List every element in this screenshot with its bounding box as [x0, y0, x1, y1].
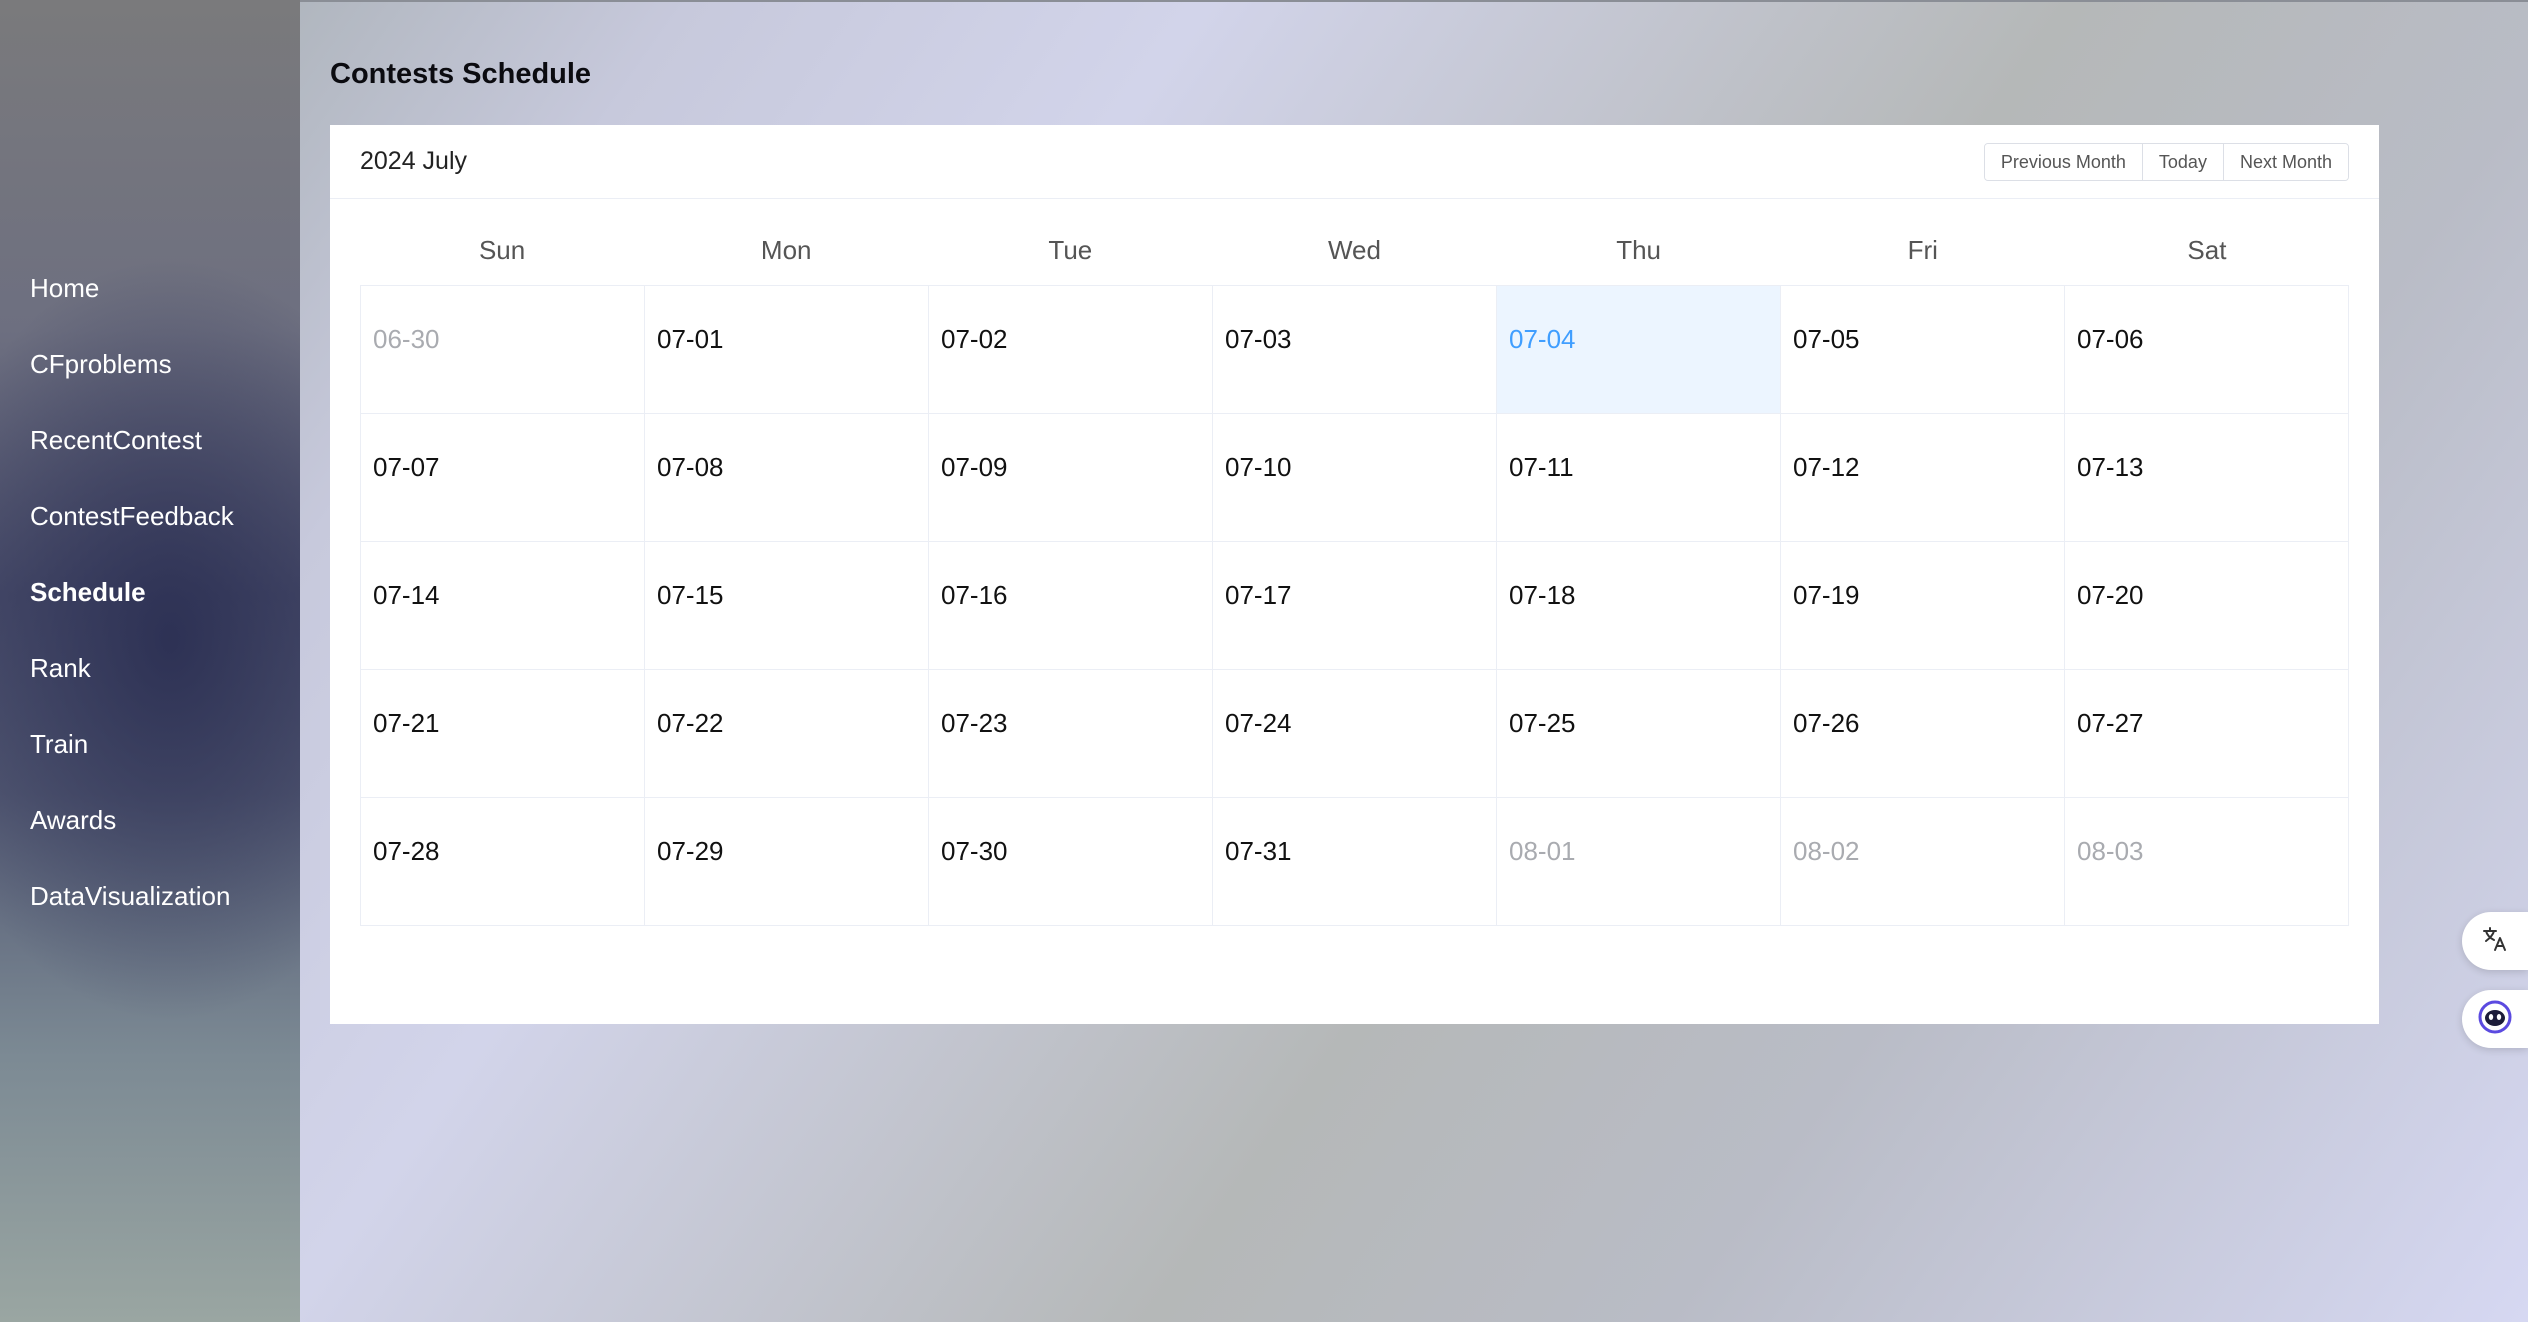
calendar-day-cell[interactable]: 07-22: [645, 670, 929, 798]
calendar-day-cell[interactable]: 07-21: [361, 670, 645, 798]
top-border: [0, 0, 2528, 2]
calendar-day-cell[interactable]: 07-11: [1497, 414, 1781, 542]
calendar: 2024 July Previous Month Today Next Mont…: [330, 125, 2379, 1024]
calendar-day-cell[interactable]: 07-31: [1213, 798, 1497, 926]
sidebar-item-contestfeedback[interactable]: ContestFeedback: [30, 494, 234, 570]
calendar-day-cell[interactable]: 07-12: [1781, 414, 2065, 542]
calendar-day-cell[interactable]: 07-14: [361, 542, 645, 670]
calendar-day-cell[interactable]: 07-15: [645, 542, 929, 670]
calendar-day-cell[interactable]: 07-10: [1213, 414, 1497, 542]
calendar-day-cell[interactable]: 07-05: [1781, 286, 2065, 414]
calendar-day-cell[interactable]: 07-08: [645, 414, 929, 542]
weekday-header-row: Sun Mon Tue Wed Thu Fri Sat: [360, 225, 2349, 285]
sidebar-item-schedule[interactable]: Schedule: [30, 570, 234, 646]
calendar-day-cell[interactable]: 07-09: [929, 414, 1213, 542]
calendar-day-cell[interactable]: 07-19: [1781, 542, 2065, 670]
sidebar-nav: Home CFproblems RecentContest ContestFee…: [30, 266, 234, 950]
calendar-day-cell[interactable]: 08-03: [2065, 798, 2349, 926]
calendar-week-row: 07-28 07-29 07-30 07-31 08-01 08-02 08-0…: [361, 798, 2349, 926]
calendar-day-cell[interactable]: 07-07: [361, 414, 645, 542]
calendar-day-cell[interactable]: 07-29: [645, 798, 929, 926]
calendar-day-cell[interactable]: 07-16: [929, 542, 1213, 670]
calendar-day-cell[interactable]: 07-30: [929, 798, 1213, 926]
calendar-week-row: 07-14 07-15 07-16 07-17 07-18 07-19 07-2…: [361, 542, 2349, 670]
translate-icon: [2481, 925, 2509, 958]
sidebar-item-awards[interactable]: Awards: [30, 798, 234, 874]
assistant-button[interactable]: [2462, 990, 2528, 1048]
calendar-week-row: 07-21 07-22 07-23 07-24 07-25 07-26 07-2…: [361, 670, 2349, 798]
calendar-day-cell[interactable]: 07-25: [1497, 670, 1781, 798]
calendar-day-cell[interactable]: 07-23: [929, 670, 1213, 798]
weekday-label: Sun: [478, 235, 526, 265]
today-button[interactable]: Today: [2141, 144, 2223, 180]
weekday-label: Fri: [1907, 235, 1938, 265]
assistant-icon: [2477, 999, 2513, 1040]
calendar-day-cell[interactable]: 07-27: [2065, 670, 2349, 798]
sidebar: Home CFproblems RecentContest ContestFee…: [0, 0, 300, 1322]
calendar-week-row: 07-07 07-08 07-09 07-10 07-11 07-12 07-1…: [361, 414, 2349, 542]
sidebar-item-cfproblems[interactable]: CFproblems: [30, 342, 234, 418]
calendar-day-cell[interactable]: 07-24: [1213, 670, 1497, 798]
weekday-label: Tue: [1048, 235, 1093, 265]
next-month-button[interactable]: Next Month: [2222, 144, 2348, 180]
calendar-day-cell[interactable]: 07-04: [1497, 286, 1781, 414]
calendar-week-row: 06-30 07-01 07-02 07-03 07-04 07-05 07-0…: [361, 286, 2349, 414]
sidebar-item-train[interactable]: Train: [30, 722, 234, 798]
calendar-day-cell[interactable]: 07-01: [645, 286, 929, 414]
sidebar-item-recentcontest[interactable]: RecentContest: [30, 418, 234, 494]
calendar-day-cell[interactable]: 07-28: [361, 798, 645, 926]
calendar-day-cell[interactable]: 07-03: [1213, 286, 1497, 414]
calendar-header: 2024 July Previous Month Today Next Mont…: [330, 125, 2379, 199]
calendar-weeks: 06-30 07-01 07-02 07-03 07-04 07-05 07-0…: [360, 285, 2349, 926]
translate-button[interactable]: [2462, 912, 2528, 970]
weekday-label: Wed: [1327, 235, 1381, 265]
page-title: Contests Schedule: [330, 58, 592, 90]
calendar-day-cell[interactable]: 07-02: [929, 286, 1213, 414]
calendar-day-cell[interactable]: 07-17: [1213, 542, 1497, 670]
calendar-day-cell[interactable]: 07-13: [2065, 414, 2349, 542]
calendar-day-cell[interactable]: 08-02: [1781, 798, 2065, 926]
sidebar-item-rank[interactable]: Rank: [30, 646, 234, 722]
calendar-day-cell[interactable]: 06-30: [361, 286, 645, 414]
calendar-day-cell[interactable]: 07-18: [1497, 542, 1781, 670]
calendar-day-cell[interactable]: 07-06: [2065, 286, 2349, 414]
calendar-grid: Sun Mon Tue Wed Thu Fri Sat 06-30 07-01 …: [360, 225, 2349, 926]
calendar-nav-buttons: Previous Month Today Next Month: [1983, 143, 2349, 181]
calendar-day-cell[interactable]: 08-01: [1497, 798, 1781, 926]
previous-month-button[interactable]: Previous Month: [1984, 144, 2142, 180]
weekday-label: Thu: [1616, 235, 1662, 265]
weekday-label: Sat: [2187, 235, 2227, 265]
sidebar-item-datavisualization[interactable]: DataVisualization: [30, 874, 234, 950]
calendar-day-cell[interactable]: 07-26: [1781, 670, 2065, 798]
calendar-day-cell[interactable]: 07-20: [2065, 542, 2349, 670]
sidebar-item-home[interactable]: Home: [30, 266, 234, 342]
weekday-label: Mon: [760, 235, 812, 265]
calendar-month-label: 2024 July: [360, 147, 468, 175]
